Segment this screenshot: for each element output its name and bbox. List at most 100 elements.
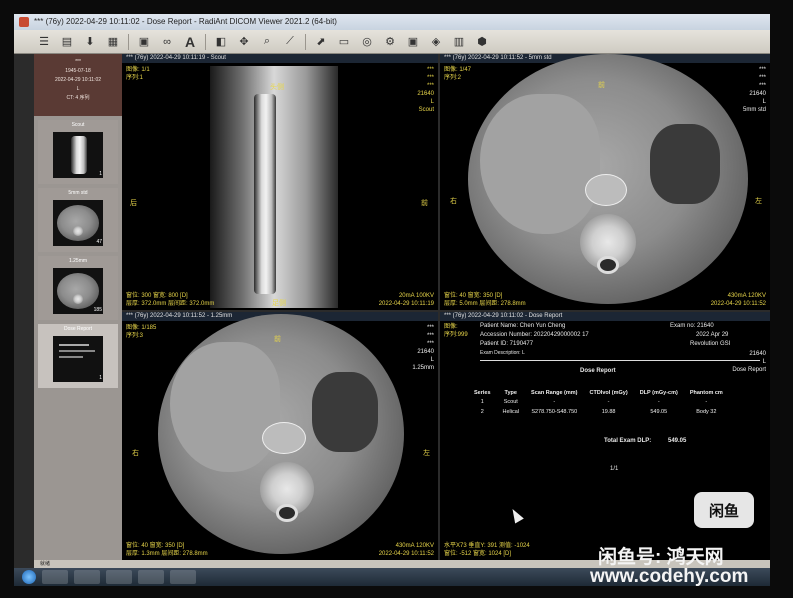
exam-date-line: 2022 Apr 29 xyxy=(696,332,729,338)
orientation-left: 后 xyxy=(130,200,137,207)
orientation-top: 前 xyxy=(274,336,281,343)
series-label: 1.25mm xyxy=(68,258,88,264)
print-icon[interactable]: ▦ xyxy=(103,33,123,51)
overlay-bottom-right: 430mA 120KV 2022-04-29 10:11:52 xyxy=(378,543,434,557)
series-count: 1 xyxy=(99,171,102,177)
measure-icon[interactable]: ⟋ xyxy=(280,33,300,51)
orientation-right: 左 xyxy=(423,450,430,457)
annotation-text-icon[interactable]: A xyxy=(180,33,200,51)
start-button-icon[interactable] xyxy=(22,570,36,584)
overlay-top-right: *** *** *** 21640 L 1.25mm xyxy=(412,325,434,371)
taskbar-app-explorer[interactable] xyxy=(42,570,68,584)
orientation-left: 右 xyxy=(450,198,457,205)
toolbar-divider xyxy=(128,33,129,50)
viewport-5mm-std[interactable]: *** (76y) 2022-04-29 10:11:52 - 5mm std … xyxy=(440,54,770,310)
grid-layout-icon[interactable]: ☰ xyxy=(34,33,54,51)
total-dlp-label: Total Exam DLP: xyxy=(604,438,652,444)
scanner-line: Revolution GSI xyxy=(690,341,731,347)
series-thumb-1-25mm[interactable]: 1.25mm 185 xyxy=(38,256,118,320)
patient-name: *** xyxy=(75,59,81,65)
taskbar-app-browser[interactable] xyxy=(74,570,100,584)
window-title-bar[interactable]: *** (76y) 2022-04-29 10:11:02 - Dose Rep… xyxy=(14,14,770,30)
col-series: Series xyxy=(474,390,491,396)
volume-icon[interactable]: ⬢ xyxy=(472,33,492,51)
ct-spinal-canal xyxy=(276,504,298,522)
series-thumbnail xyxy=(53,132,103,178)
overlay-top-right: *** *** *** 21640 L 5mm std xyxy=(742,67,766,113)
viewport-scout[interactable]: *** (76y) 2022-04-29 10:11:19 - Scout 图像… xyxy=(122,54,438,310)
overlay-bottom-left: 窗位: 40 窗宽: 350 [D] 层厚: 1.3mm 层间距: 278.8mm xyxy=(126,543,208,557)
ct-liver xyxy=(170,342,280,472)
export-icon[interactable]: ◎ xyxy=(357,33,377,51)
col-dlp: DLP (mGy-cm) xyxy=(639,390,678,396)
overlay-bottom-right: 430mA 120KV 2022-04-29 10:11:52 xyxy=(710,293,766,307)
series-thumbnail xyxy=(53,336,103,382)
arrow-icon[interactable]: ⬈ xyxy=(311,33,331,51)
series-thumb-scout[interactable]: Scout 1 xyxy=(38,120,118,184)
orientation-right: 左 xyxy=(755,198,762,205)
orientation-right: 前 xyxy=(421,200,428,207)
fusion-icon[interactable]: ◈ xyxy=(426,33,446,51)
pan-icon[interactable]: ✥ xyxy=(234,33,254,51)
report-page-number: 1/1 xyxy=(610,466,619,472)
orientation-left: 右 xyxy=(132,450,139,457)
scout-spine xyxy=(254,94,276,294)
overlay-top-left: 图像: 1/47 序列:2 xyxy=(444,67,472,81)
orientation-bottom: 足侧 xyxy=(272,300,286,307)
patient-birthdate: 1945-07-18 xyxy=(65,68,91,74)
study-modality: CT: 4 序列 xyxy=(66,95,90,101)
open-folder-icon[interactable]: ▤ xyxy=(57,33,77,51)
ct-aorta xyxy=(585,174,627,206)
taskbar-app-radiant[interactable] xyxy=(138,570,164,584)
window-title: *** (76y) 2022-04-29 10:11:02 - Dose Rep… xyxy=(34,17,337,26)
screenshot-icon[interactable]: ▣ xyxy=(403,33,423,51)
main-toolbar: ☰ ▤ ⬇ ▦ ▣ ∞ A ◧ ✥ ⌕ ⟋ ⬈ ▭ ◎ ⚙ ▣ ◈ ▥ ⬢ xyxy=(14,30,770,54)
series-label: Scout xyxy=(71,122,85,128)
watermark-logo: 闲鱼 xyxy=(694,492,754,528)
watermark-text-url: www.codehy.com xyxy=(590,566,749,587)
exam-number-line: Exam no: 21640 xyxy=(670,323,714,329)
overlay-bottom-left: 窗位: 40 窗宽: 350 [D] 层厚: 5.0mm 层间距: 278.8mm xyxy=(444,293,526,307)
viewport-1-25mm[interactable]: *** (76y) 2022-04-29 10:11:52 - 1.25mm 图… xyxy=(122,312,438,560)
window-level-icon[interactable]: ◧ xyxy=(211,33,231,51)
monitor-screen: *** (76y) 2022-04-29 10:11:02 - Dose Rep… xyxy=(14,14,770,586)
col-scan-range: Scan Range (mm) xyxy=(531,390,578,396)
col-phantom: Phantom cm xyxy=(689,390,723,396)
dose-table: Series Type Scan Range (mm) CTDIvol (mGy… xyxy=(468,390,729,417)
series-thumb-dose-report[interactable]: Dose Report 1 xyxy=(38,324,118,388)
mpr-icon[interactable]: ▥ xyxy=(449,33,469,51)
watermark-text-id: 闲鱼号: 鸿天网 xyxy=(598,547,724,568)
overlay-top-left: 图像: 1/1 序列:1 xyxy=(126,67,150,81)
total-dlp-value: 549.05 xyxy=(668,438,687,444)
col-ctdivol: CTDIvol (mGy) xyxy=(589,390,628,396)
toolbar-divider xyxy=(305,33,306,50)
save-icon[interactable]: ⬇ xyxy=(80,33,100,51)
zoom-icon[interactable]: ⌕ xyxy=(257,33,277,51)
accession-line: Accession Number: 20220429000002 17 xyxy=(480,332,589,338)
overlay-top-left: 图像: 1/185 序列:3 xyxy=(126,325,157,339)
orientation-top: 头侧 xyxy=(270,84,284,91)
link-icon[interactable]: ∞ xyxy=(157,33,177,51)
patient-info-box[interactable]: *** 1945-07-18 2022-04-29 10:11:02 L CT:… xyxy=(34,54,122,116)
cine-icon[interactable]: ▭ xyxy=(334,33,354,51)
layout-icon[interactable]: ▣ xyxy=(134,33,154,51)
overlay-top-right: *** *** *** 21640 L Scout xyxy=(417,67,434,113)
orientation-top: 前 xyxy=(598,82,605,89)
study-meta: L xyxy=(76,86,80,92)
overlay-top-left: 图像: 序列:999 xyxy=(444,324,468,338)
series-count: 47 xyxy=(96,239,102,245)
taskbar-app-other[interactable] xyxy=(170,570,196,584)
report-divider xyxy=(480,360,760,361)
report-title: Dose Report xyxy=(580,368,616,374)
overlay-bottom-left: 水平X73 垂直Y: 391 测值: -1024 窗位: -512 窗宽: 102… xyxy=(444,543,530,557)
series-thumb-5mm[interactable]: 5mm std 47 xyxy=(38,188,118,252)
taskbar-app-folder[interactable] xyxy=(106,570,132,584)
settings-icon[interactable]: ⚙ xyxy=(380,33,400,51)
series-count: 1 xyxy=(99,375,102,381)
table-row: 1 Scout - --- xyxy=(480,399,708,405)
series-label: 5mm std xyxy=(68,190,88,196)
ct-aorta xyxy=(262,422,306,454)
viewport-header: *** (76y) 2022-04-29 10:11:19 - Scout xyxy=(122,54,438,63)
toolbar-divider xyxy=(205,33,206,50)
series-sidebar: *** 1945-07-18 2022-04-29 10:11:02 L CT:… xyxy=(34,54,122,560)
